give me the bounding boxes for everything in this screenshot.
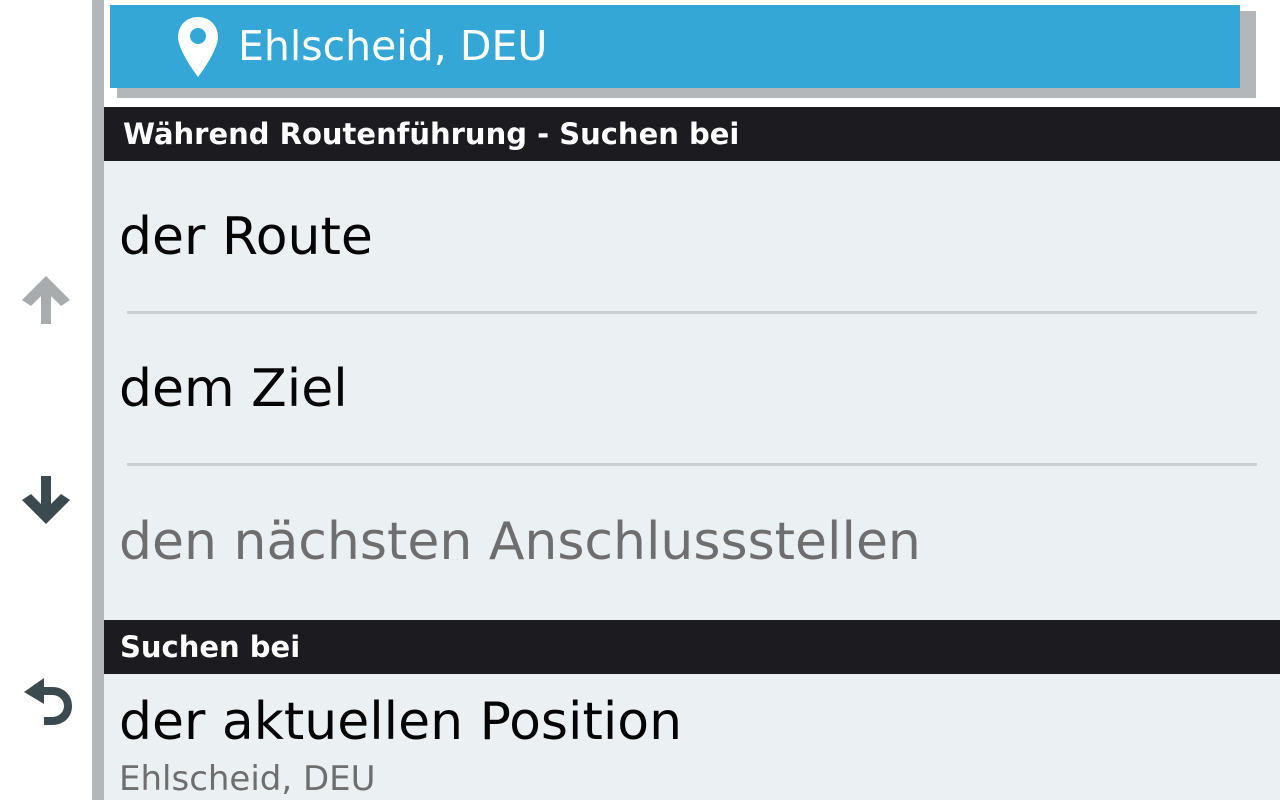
back-button[interactable] — [0, 660, 92, 740]
location-bar[interactable]: Ehlscheid, DEU — [110, 5, 1240, 88]
map-pin-icon — [176, 15, 220, 79]
sidebar — [0, 0, 92, 800]
scroll-up-button[interactable] — [0, 260, 92, 340]
list-item-label: der aktuellen Position — [119, 692, 683, 752]
section-header-label: Suchen bei — [120, 630, 301, 664]
section-header-search-near: Suchen bei — [104, 620, 1280, 674]
list-item-route[interactable]: der Route — [104, 161, 1280, 313]
list-item-label: der Route — [119, 207, 373, 267]
list-item-current-position[interactable]: der aktuellen Position Ehlscheid, DEU — [104, 674, 1280, 800]
arrow-down-icon — [22, 476, 70, 524]
section-header-during-navigation: Während Routenführung - Suchen bei — [104, 107, 1280, 161]
sidebar-divider — [92, 0, 104, 800]
back-icon — [24, 678, 72, 725]
section-header-label: Während Routenführung - Suchen bei — [123, 117, 740, 151]
location-area: Ehlscheid, DEU — [104, 0, 1280, 107]
list-item-destination[interactable]: dem Ziel — [104, 313, 1280, 465]
list-item-label: dem Ziel — [119, 359, 348, 419]
location-label: Ehlscheid, DEU — [238, 22, 548, 70]
arrow-up-icon — [22, 276, 70, 324]
list-item-label: den nächsten Anschlussstellen — [119, 512, 921, 572]
list-item-sublabel: Ehlscheid, DEU — [119, 759, 376, 799]
scroll-down-button[interactable] — [0, 460, 92, 540]
main-panel: Ehlscheid, DEU Während Routenführung - S… — [104, 0, 1280, 800]
list-item-next-exits: den nächsten Anschlussstellen — [104, 466, 1280, 618]
